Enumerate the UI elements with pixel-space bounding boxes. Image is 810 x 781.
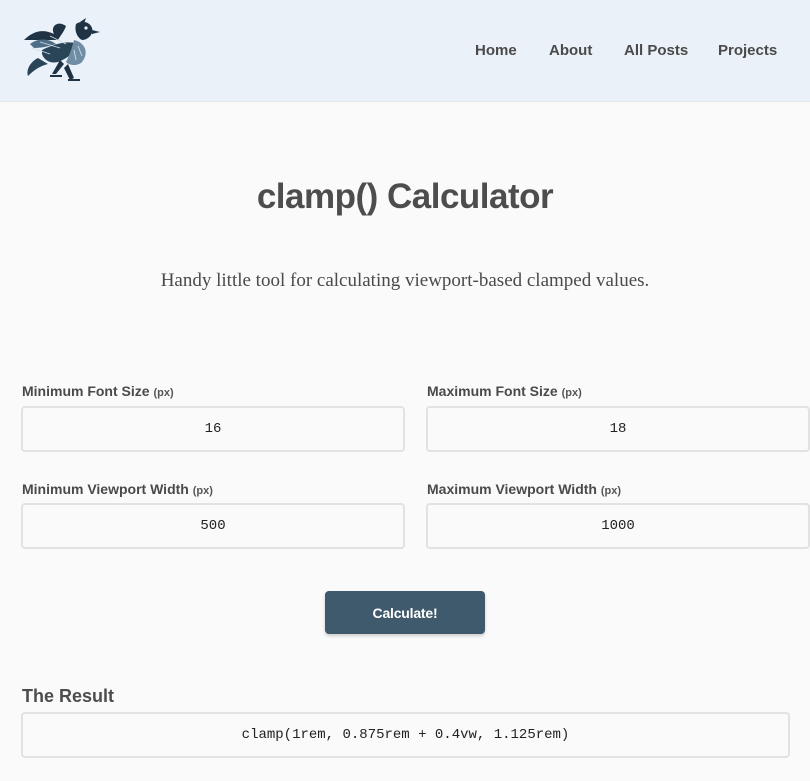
page-title: clamp() Calculator	[256, 177, 554, 216]
result-heading: The Result	[22, 686, 115, 706]
max-font-size-label-text: Maximum Font Size	[427, 383, 558, 399]
nav-link-projects[interactable]: Projects	[718, 40, 777, 62]
min-font-size-label: Minimum Font Size (px)	[22, 382, 174, 402]
max-viewport-width-input[interactable]	[426, 503, 810, 549]
nav-link-about[interactable]: About	[549, 40, 592, 62]
nav-link-home[interactable]: Home	[475, 40, 517, 62]
main-nav: Home About All Posts Projects	[0, 40, 810, 62]
min-font-size-label-text: Minimum Font Size	[22, 383, 150, 399]
max-viewport-width-unit: (px)	[600, 485, 622, 497]
min-viewport-width-input[interactable]	[21, 503, 405, 549]
min-viewport-width-unit: (px)	[192, 485, 213, 497]
min-viewport-width-label: Minimum Viewport Width (px)	[22, 480, 213, 500]
max-viewport-width-label: Maximum Viewport Width (px)	[427, 480, 621, 500]
nav-link-all-posts[interactable]: All Posts	[624, 40, 688, 62]
min-font-size-input[interactable]	[21, 406, 405, 452]
max-viewport-width-label-text: Maximum Viewport Width	[427, 481, 597, 497]
calculate-button[interactable]: Calculate!	[325, 591, 485, 634]
site-header: Home About All Posts Projects	[0, 0, 810, 102]
max-font-size-unit: (px)	[561, 387, 582, 399]
result-output[interactable]: clamp(1rem, 0.875rem + 0.4vw, 1.125rem)	[21, 712, 790, 758]
page-subtitle: Handy little tool for calculating viewpo…	[160, 270, 650, 291]
min-font-size-unit: (px)	[153, 387, 174, 399]
min-viewport-width-label-text: Minimum Viewport Width	[22, 481, 189, 497]
max-font-size-label: Maximum Font Size (px)	[427, 382, 582, 402]
max-font-size-input[interactable]	[426, 406, 810, 452]
